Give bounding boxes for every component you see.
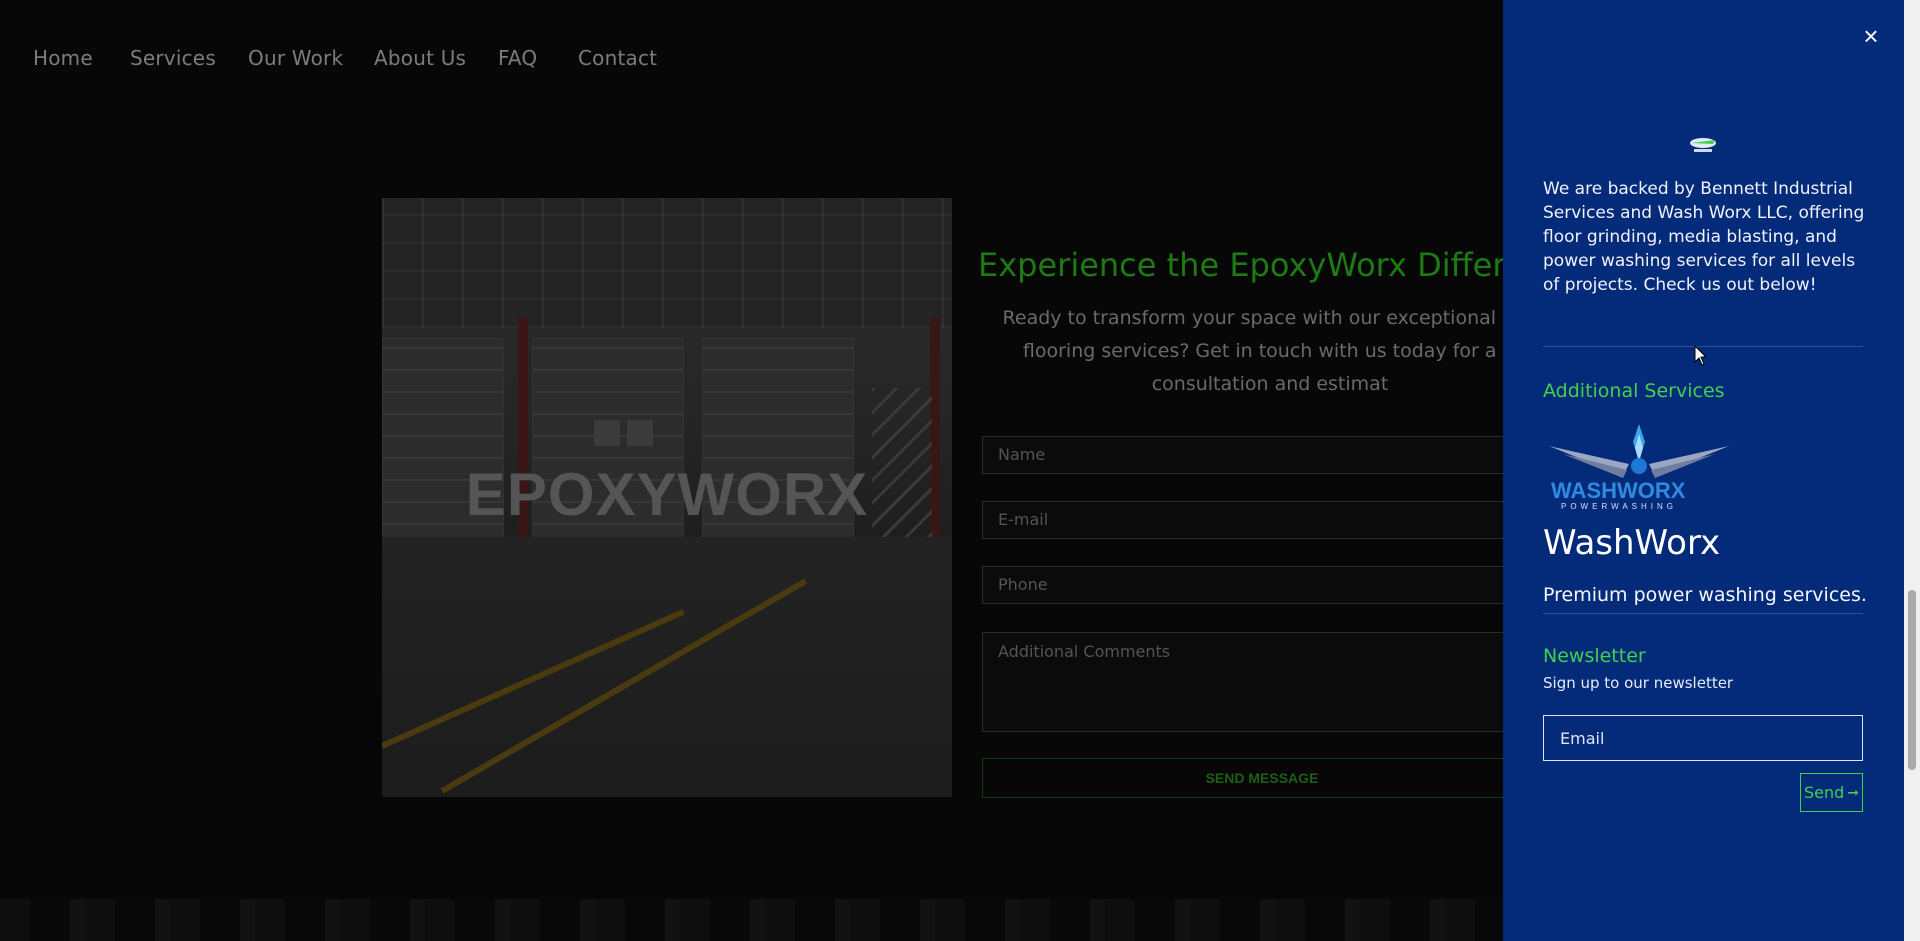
nav-item-contact[interactable]: Contact bbox=[578, 46, 657, 70]
warehouse-door bbox=[702, 338, 854, 570]
contact-subtitle-line: flooring services? Get in touch with us … bbox=[1022, 340, 1518, 362]
nav-item-home[interactable]: Home bbox=[33, 46, 93, 70]
washworx-logo-main-text: WASHWORX bbox=[1551, 478, 1686, 503]
close-icon[interactable]: × bbox=[1859, 23, 1883, 49]
newsletter-subtitle: Sign up to our newsletter bbox=[1543, 674, 1734, 692]
newsletter-email-input[interactable] bbox=[1543, 715, 1863, 761]
washworx-title: WashWorx bbox=[1543, 523, 1721, 563]
nav-item-about-us[interactable]: About Us bbox=[374, 46, 466, 70]
contact-subtitle: Ready to transform your space with our e… bbox=[1000, 302, 1540, 401]
additional-services-heading: Additional Services bbox=[1543, 380, 1725, 402]
send-message-button[interactable]: SEND MESSAGE bbox=[982, 758, 1542, 798]
bottom-image-strip bbox=[0, 899, 1503, 941]
contact-subtitle-line: consultation and estimat bbox=[1151, 373, 1389, 395]
warehouse-ceiling bbox=[382, 198, 952, 328]
washworx-description: Premium power washing services. bbox=[1543, 584, 1867, 606]
nav-item-our-work[interactable]: Our Work bbox=[248, 46, 343, 70]
panel-divider bbox=[1543, 613, 1863, 614]
washworx-logo-icon[interactable]: WASHWORX POWERWASHING bbox=[1543, 420, 1735, 512]
contact-subtitle-line: Ready to transform your space with our e… bbox=[1002, 307, 1538, 329]
top-navigation: Home Services Our Work About Us FAQ Cont… bbox=[0, 0, 1503, 115]
side-panel: × We are backed by Bennett Industrial Se… bbox=[1503, 0, 1904, 941]
epoxyworx-logo-icon bbox=[1690, 138, 1716, 152]
warehouse-window bbox=[594, 420, 620, 446]
warehouse-floor bbox=[382, 537, 952, 797]
epoxyworx-logo-text: EPOXYWORX bbox=[465, 461, 869, 528]
washworx-logo-sub-text: POWERWASHING bbox=[1561, 502, 1677, 511]
mouse-cursor-icon bbox=[1694, 345, 1708, 366]
arrow-right-icon: ➞ bbox=[1847, 784, 1860, 801]
comments-field[interactable]: Additional Comments bbox=[982, 632, 1542, 732]
contact-title: Experience the EpoxyWorx Differenc bbox=[978, 246, 1563, 284]
email-field[interactable]: E-mail bbox=[982, 501, 1542, 539]
warehouse-door bbox=[532, 338, 684, 570]
page-scrollbar[interactable] bbox=[1904, 0, 1920, 941]
newsletter-heading: Newsletter bbox=[1543, 645, 1646, 667]
warehouse-door bbox=[382, 338, 504, 570]
newsletter-send-button[interactable]: Send ➞ bbox=[1800, 773, 1863, 812]
nav-item-services[interactable]: Services bbox=[130, 46, 216, 70]
warehouse-window bbox=[627, 420, 653, 446]
name-field[interactable]: Name bbox=[982, 436, 1542, 474]
scrollbar-thumb[interactable] bbox=[1908, 590, 1916, 770]
panel-about-text: We are backed by Bennett Industrial Serv… bbox=[1543, 179, 1865, 295]
phone-field[interactable]: Phone bbox=[982, 566, 1542, 604]
send-button-label: Send bbox=[1803, 783, 1845, 802]
hero-warehouse-image: EPOXYWORX bbox=[382, 198, 952, 797]
nav-item-faq[interactable]: FAQ bbox=[498, 46, 537, 70]
